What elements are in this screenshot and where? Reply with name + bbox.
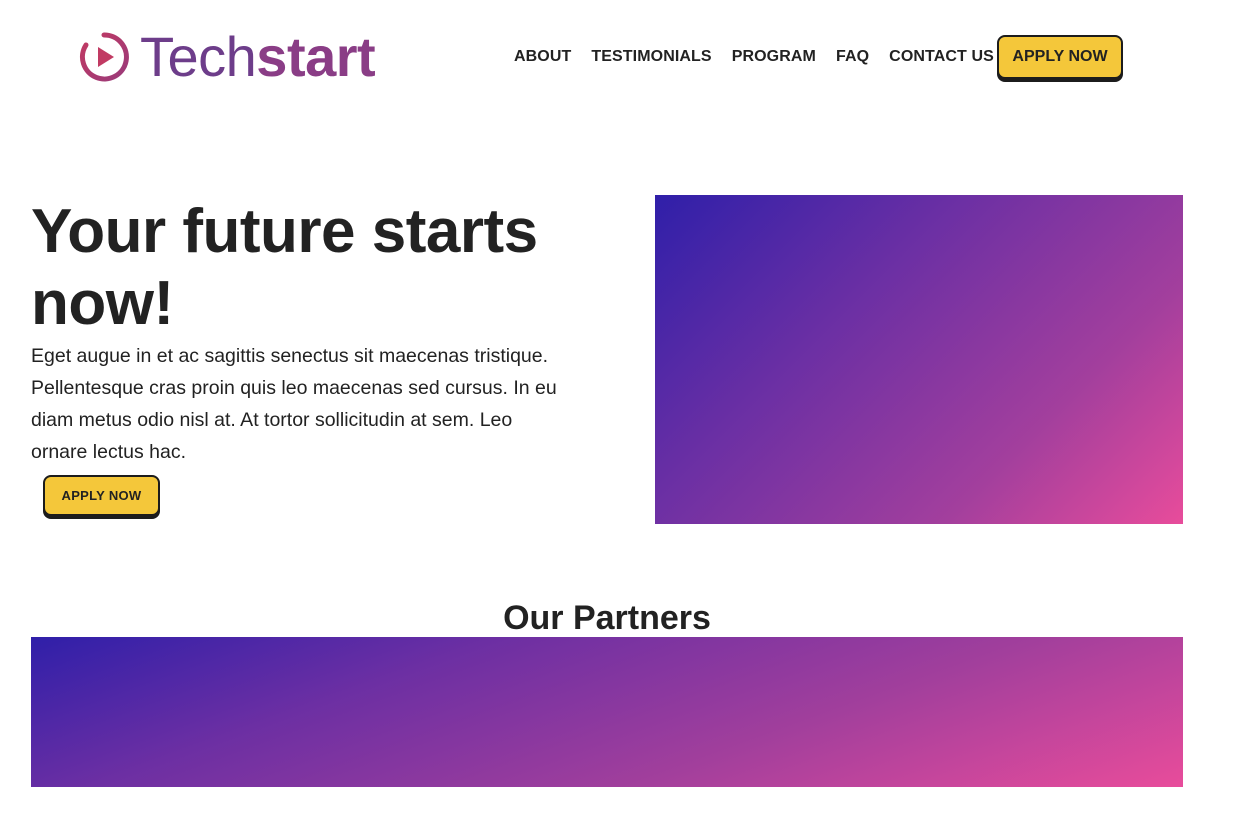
main-nav: ABOUT TESTIMONIALS PROGRAM FAQ CONTACT U…	[514, 35, 994, 79]
nav-link-contact-us[interactable]: CONTACT US	[889, 48, 994, 66]
brand-name-part1: Tech	[140, 25, 257, 88]
hero-image-placeholder	[655, 195, 1183, 524]
partners-banner	[31, 637, 1183, 787]
nav-link-testimonials[interactable]: TESTIMONIALS	[591, 48, 711, 66]
hero-apply-now-button[interactable]: APPLY NOW	[43, 475, 160, 516]
hero-description: Eget augue in et ac sagittis senectus si…	[31, 345, 557, 463]
brand-wordmark: Techstart	[140, 25, 376, 88]
nav-link-faq[interactable]: FAQ	[836, 48, 869, 66]
nav-apply-now-button[interactable]: APPLY NOW	[997, 35, 1123, 79]
techstart-logo[interactable]: Techstart	[78, 25, 376, 88]
partners-title: Our Partners	[503, 599, 711, 637]
nav-link-program[interactable]: PROGRAM	[732, 48, 816, 66]
play-circle-icon	[79, 32, 129, 82]
brand-name-part2: start	[256, 25, 376, 88]
nav-link-about[interactable]: ABOUT	[514, 48, 571, 66]
hero-title: Your future starts now!	[31, 197, 538, 338]
